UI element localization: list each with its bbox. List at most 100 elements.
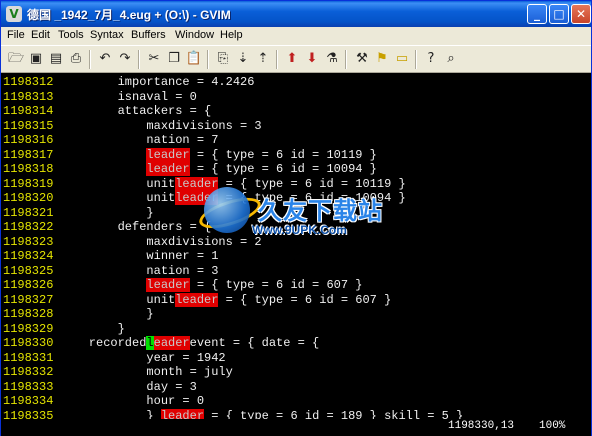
watermark: 久友下载站 Www.9UPK.Com [195, 187, 388, 245]
cut-icon[interactable]: ✂ [145, 50, 163, 68]
line-code: nation = 7 [60, 133, 218, 148]
code-text: isnaval = 0 [60, 89, 197, 104]
code-text: nation = 7 [60, 133, 219, 147]
maximize-button[interactable]: □ [549, 4, 569, 24]
line-number: 1198324 [3, 249, 54, 263]
toolbar-separator [207, 50, 209, 69]
line-number: 1198322 [3, 220, 54, 234]
load-session-icon[interactable]: ⬆ [283, 50, 301, 68]
menu-bar: File Edit Tools Syntax Buffers Window He… [1, 27, 591, 45]
line-code: } [60, 322, 125, 337]
line-code: recordedleaderevent = { date = { [60, 336, 319, 351]
code-text: attackers = { [60, 104, 212, 118]
jump-tag-icon[interactable]: ▭ [393, 50, 411, 68]
menu-file[interactable]: File [7, 29, 25, 41]
line-number: 1198313 [3, 89, 54, 104]
line-number: 1198325 [3, 263, 54, 278]
save-all-icon[interactable]: ▤ [47, 50, 65, 68]
line-number: 1198318 [3, 162, 54, 176]
code-text: recorded [60, 336, 147, 350]
line-code: nation = 3 [60, 264, 218, 279]
line-code: unitleader = { type = 6 id = 607 } [60, 292, 392, 308]
line-number: 1198329 [3, 321, 54, 336]
code-text: } [60, 408, 161, 420]
code-text: maxdivisions = 3 [60, 118, 262, 133]
line-number: 1198334 [3, 394, 54, 408]
search-highlight: eader [153, 336, 190, 350]
line-code: leader = { type = 6 id = 10119 } [60, 147, 377, 163]
title-bar[interactable]: V 德国 _1942_7月_4.eug + (O:\) - GVIM _ □ ✕ [1, 1, 591, 27]
code-text: = { type = 6 id = 10094 } [189, 162, 377, 176]
code-text: } [60, 307, 154, 321]
menu-window[interactable]: Window [175, 29, 214, 41]
code-text: } [60, 205, 154, 220]
line-code: day = 3 [60, 380, 196, 395]
code-text: winner = 1 [60, 249, 219, 263]
gvim-icon[interactable]: V [6, 6, 22, 22]
code-text: year = 1942 [60, 350, 226, 365]
watermark-text: 久友下载站 [258, 197, 383, 225]
line-code: maxdivisions = 3 [60, 118, 262, 134]
code-text: = { type = 6 id = 607 } [218, 292, 392, 307]
line-number: 1198317 [3, 147, 54, 162]
make-icon[interactable]: ⚒ [353, 50, 371, 68]
line-code: attackers = { [60, 104, 212, 119]
paste-icon[interactable]: 📋 [185, 50, 203, 68]
help-icon[interactable]: ? [422, 50, 440, 68]
save-icon[interactable]: ▣ [27, 50, 45, 68]
text-cursor: l [146, 336, 154, 350]
copy-icon[interactable]: ❐ [165, 50, 183, 68]
search-highlight: leader [146, 278, 190, 292]
line-number: 1198315 [3, 118, 54, 133]
search-highlight: leader [146, 162, 190, 176]
text-editor[interactable]: 1198312 importance = 4.2426 1198313 isnav… [1, 73, 591, 419]
line-number: 1198330 [3, 336, 54, 350]
find-help-icon[interactable]: ⌕ [442, 50, 460, 68]
open-icon[interactable]: 🗁 [7, 50, 25, 68]
search-highlight: leader [175, 292, 219, 307]
toolbar-separator [415, 50, 417, 69]
save-session-icon[interactable]: ⬇ [303, 50, 321, 68]
search-highlight: leader [160, 408, 205, 419]
code-text: defenders = { [60, 220, 212, 234]
run-ctags-icon[interactable]: ⚑ [373, 50, 391, 68]
line-code: importance = 4.2426 [60, 75, 255, 90]
print-icon[interactable]: ⎙ [67, 50, 85, 68]
line-code: defenders = { [60, 220, 212, 235]
undo-icon[interactable]: ↶ [96, 50, 114, 68]
close-button[interactable]: ✕ [571, 4, 591, 24]
code-text: nation = 3 [60, 263, 219, 278]
find-replace-icon[interactable]: ⎘ [214, 50, 232, 68]
code-text: hour = 0 [60, 394, 205, 408]
gvim-window: V 德国 _1942_7月_4.eug + (O:\) - GVIM _ □ ✕… [0, 0, 592, 436]
line-number: 1198321 [3, 205, 54, 220]
menu-syntax[interactable]: Syntax [90, 29, 124, 41]
line-code: hour = 0 [60, 394, 204, 409]
redo-icon[interactable]: ↷ [116, 50, 134, 68]
menu-buffers[interactable]: Buffers [131, 29, 166, 41]
run-script-icon[interactable]: ⚗ [323, 50, 341, 68]
watermark-url: Www.9UPK.Com [252, 223, 347, 237]
minimize-button[interactable]: _ [527, 4, 547, 24]
code-text: unit [60, 292, 176, 307]
status-line: 1198330,13 100% [1, 419, 591, 436]
toolbar-separator [345, 50, 347, 69]
menu-edit[interactable]: Edit [31, 29, 50, 41]
watermark-logo-icon [204, 187, 250, 233]
window-title: 德国 _1942_7月_4.eug + (O:\) - GVIM [27, 8, 231, 22]
search-highlight: leader [146, 147, 190, 162]
find-prev-icon[interactable]: ⇡ [254, 50, 272, 68]
line-code: year = 1942 [60, 350, 226, 366]
menu-help[interactable]: Help [220, 29, 243, 41]
line-number: 1198331 [3, 350, 54, 365]
line-number: 1198326 [3, 278, 54, 292]
line-number: 1198316 [3, 133, 54, 147]
toolbar-separator [276, 50, 278, 69]
line-code: } [60, 205, 154, 221]
menu-tools[interactable]: Tools [58, 29, 84, 41]
toolbar-separator [138, 50, 140, 69]
find-next-icon[interactable]: ⇣ [234, 50, 252, 68]
code-text: = { type = 6 id = 10119 } [189, 147, 377, 162]
